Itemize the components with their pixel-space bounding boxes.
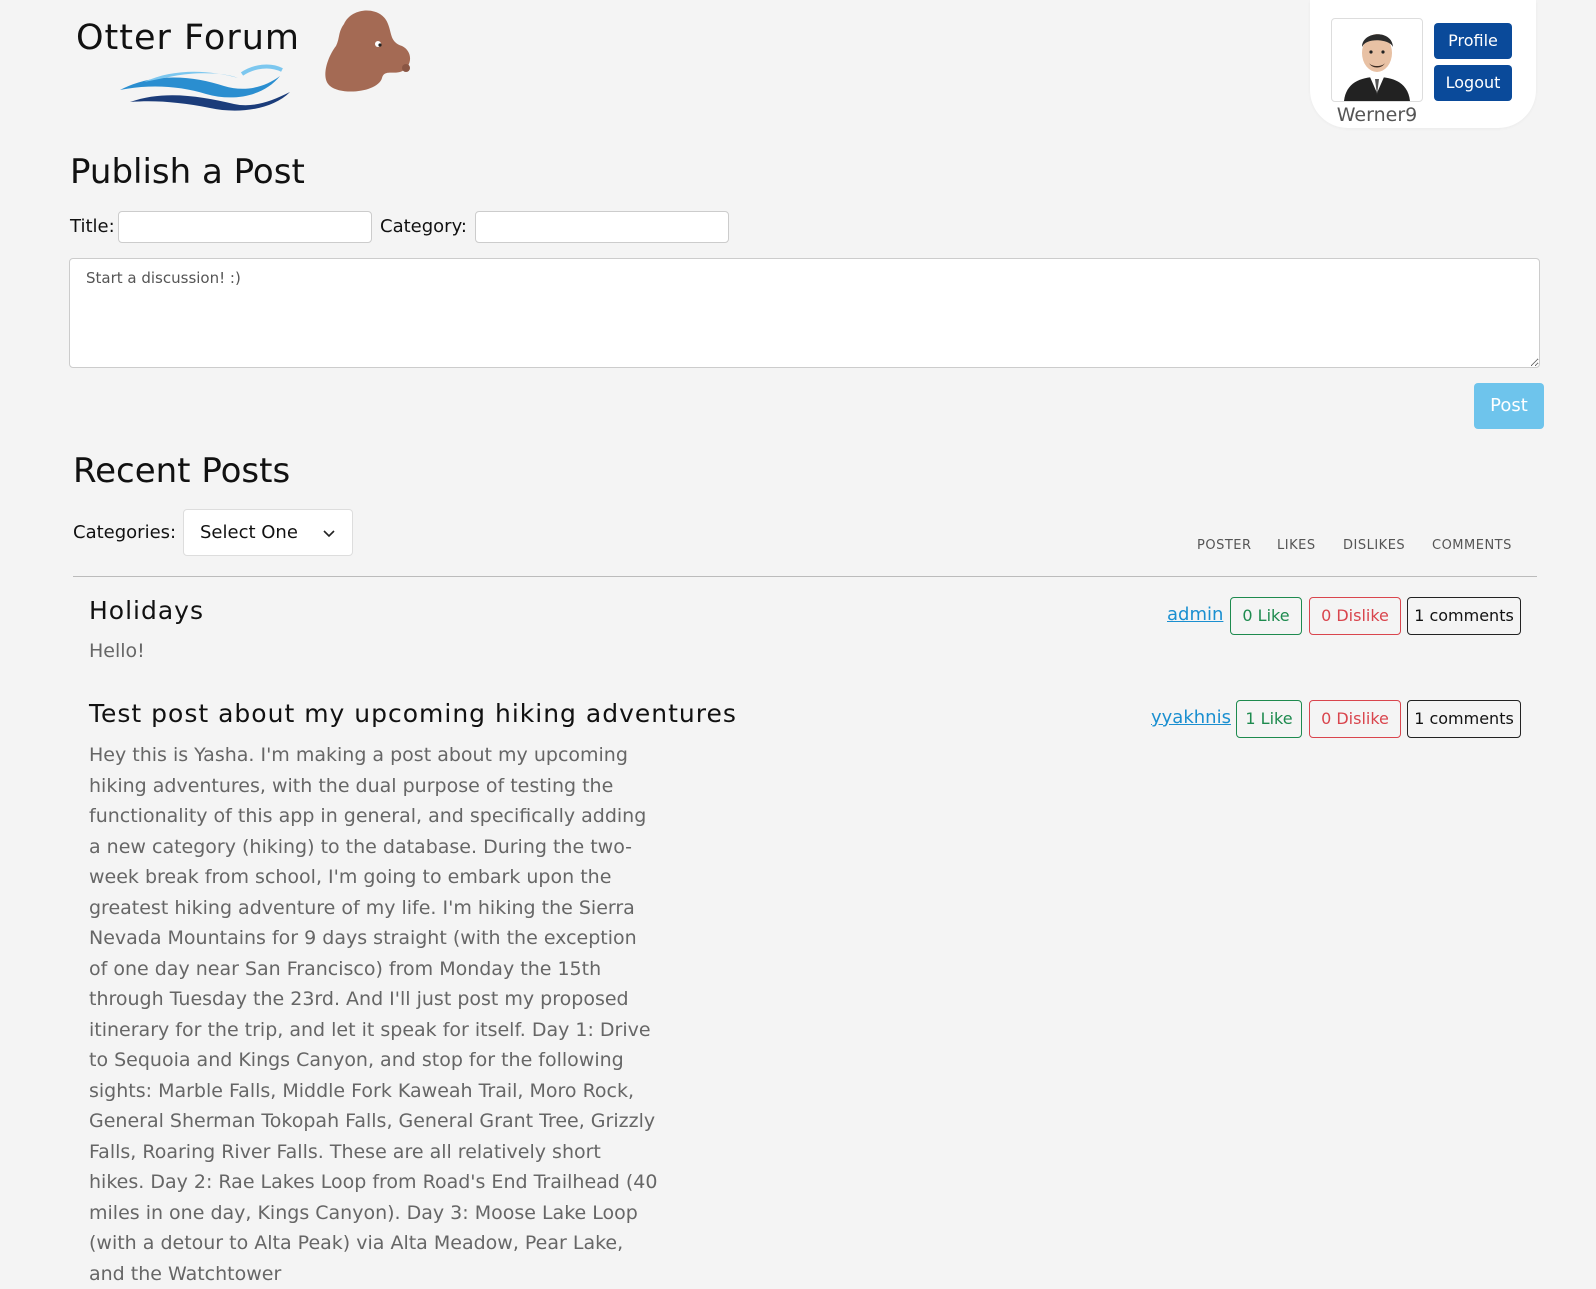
- username-label: Werner9: [1336, 104, 1418, 126]
- post-body: Hey this is Yasha. I'm making a post abo…: [89, 744, 658, 1285]
- title-input[interactable]: [118, 211, 372, 243]
- category-filter-select[interactable]: Select One: [183, 509, 353, 556]
- select-value: Select One: [200, 522, 298, 543]
- category-input[interactable]: [475, 211, 729, 243]
- column-header-poster: POSTER: [1197, 538, 1252, 553]
- like-button[interactable]: 0 Like: [1230, 597, 1302, 635]
- categories-label: Categories:: [73, 522, 177, 543]
- chevron-down-icon: [323, 530, 335, 538]
- comments-button[interactable]: 1 comments: [1407, 700, 1521, 738]
- post-body: Hello!: [89, 640, 145, 662]
- title-label: Title:: [70, 216, 115, 237]
- user-card: Werner9 Profile Logout: [1310, 0, 1536, 128]
- user-portrait-icon: [1344, 34, 1410, 101]
- divider: [73, 576, 1537, 577]
- post-title[interactable]: Test post about my upcoming hiking adven…: [89, 699, 737, 728]
- publish-heading: Publish a Post: [70, 152, 305, 192]
- dislike-button[interactable]: 0 Dislike: [1309, 597, 1401, 635]
- profile-button[interactable]: Profile: [1434, 23, 1512, 59]
- column-header-comments: COMMENTS: [1432, 538, 1512, 553]
- recent-posts-heading: Recent Posts: [73, 451, 291, 491]
- column-header-dislikes: DISLIKES: [1343, 538, 1406, 553]
- logout-button[interactable]: Logout: [1434, 65, 1512, 101]
- poster-link[interactable]: yyakhnis: [1151, 707, 1231, 728]
- site-name: Otter Forum: [76, 18, 301, 58]
- like-button[interactable]: 1 Like: [1236, 700, 1302, 738]
- otter-icon: [325, 10, 411, 92]
- poster-link[interactable]: admin: [1167, 604, 1223, 625]
- comments-button[interactable]: 1 comments: [1407, 597, 1521, 635]
- dislike-button[interactable]: 0 Dislike: [1309, 700, 1401, 738]
- post-title[interactable]: Holidays: [89, 596, 204, 625]
- post-body-textarea[interactable]: [69, 258, 1540, 368]
- site-logo[interactable]: Otter Forum: [74, 6, 414, 116]
- waves-icon: [120, 64, 290, 111]
- avatar[interactable]: [1331, 18, 1423, 102]
- category-label: Category:: [380, 216, 467, 237]
- post-button[interactable]: Post: [1474, 383, 1544, 429]
- column-header-likes: LIKES: [1277, 538, 1316, 553]
